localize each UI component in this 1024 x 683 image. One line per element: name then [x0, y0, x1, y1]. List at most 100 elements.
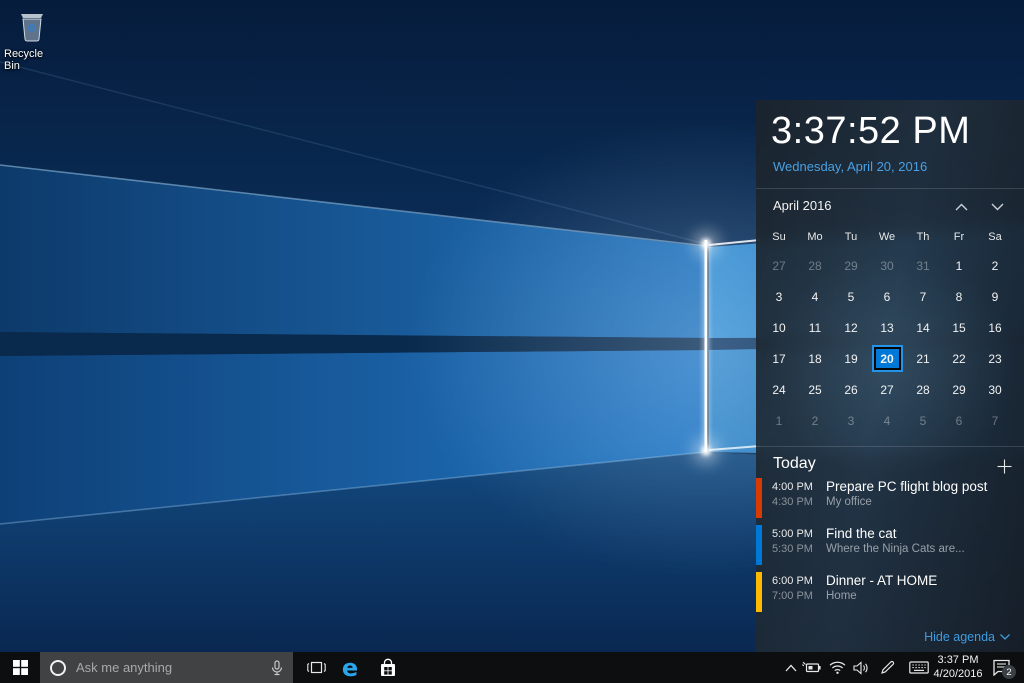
calendar-day[interactable]: 28 — [801, 254, 829, 278]
calendar-day[interactable]: 24 — [765, 378, 793, 402]
event-color-bar — [756, 572, 762, 612]
divider — [756, 446, 1024, 447]
day-of-week-label: Mo — [807, 231, 822, 243]
microphone-icon[interactable] — [271, 660, 283, 676]
task-view-icon — [307, 661, 326, 674]
calendar-day[interactable]: 9 — [981, 285, 1009, 309]
action-center-button[interactable]: 2 — [988, 652, 1018, 683]
taskbar: Ask me anything e — [0, 652, 1024, 683]
current-time: 3:37:52 PM — [771, 108, 970, 154]
calendar-day[interactable]: 2 — [801, 409, 829, 433]
hide-agenda-link[interactable]: Hide agenda — [924, 630, 1010, 644]
event-start-time: 6:00 PM — [772, 574, 813, 589]
start-button[interactable] — [0, 652, 40, 683]
next-month-button[interactable] — [986, 197, 1008, 217]
edge-icon: e — [342, 656, 358, 680]
calendar-day[interactable]: 6 — [873, 285, 901, 309]
windows-logo-icon — [13, 660, 28, 675]
calendar-day[interactable]: 25 — [801, 378, 829, 402]
day-of-week-label: Tu — [845, 231, 857, 243]
calendar-day[interactable]: 27 — [765, 254, 793, 278]
search-input[interactable]: Ask me anything — [40, 652, 293, 683]
calendar-day[interactable]: 4 — [801, 285, 829, 309]
agenda-event[interactable]: 4:00 PM4:30 PM Prepare PC flight blog pos… — [756, 478, 1024, 518]
calendar-day-today[interactable]: 20 — [874, 347, 901, 370]
day-of-week-label: Fr — [954, 231, 964, 243]
calendar-day[interactable]: 12 — [837, 316, 865, 340]
event-color-bar — [756, 478, 762, 518]
calendar-day[interactable]: 3 — [765, 285, 793, 309]
svg-text:♻: ♻ — [27, 22, 37, 35]
calendar-day[interactable]: 18 — [801, 347, 829, 371]
calendar-day[interactable]: 6 — [945, 409, 973, 433]
chevron-up-icon — [955, 203, 968, 211]
calendar-day[interactable]: 13 — [873, 316, 901, 340]
calendar-day[interactable]: 22 — [945, 347, 973, 371]
agenda-heading: Today — [773, 455, 816, 473]
event-body: Find the catWhere the Ninja Cats are... — [826, 525, 1016, 557]
previous-month-button[interactable] — [950, 197, 972, 217]
event-title: Prepare PC flight blog post — [826, 478, 1016, 495]
event-times: 6:00 PM7:00 PM — [772, 574, 813, 604]
month-label[interactable]: April 2016 — [773, 198, 832, 213]
agenda-header: Today — [756, 452, 1024, 480]
calendar-day[interactable]: 17 — [765, 347, 793, 371]
calendar-day[interactable]: 27 — [873, 378, 901, 402]
event-end-time: 4:30 PM — [772, 495, 813, 510]
event-body: Dinner - AT HOMEHome — [826, 572, 1016, 604]
volume-button[interactable] — [849, 652, 873, 683]
agenda-event[interactable]: 6:00 PM7:00 PM Dinner - AT HOMEHome — [756, 572, 1024, 612]
calendar-day[interactable]: 16 — [981, 316, 1009, 340]
agenda-event[interactable]: 5:00 PM5:30 PMFind the catWhere the Ninj… — [756, 525, 1024, 565]
calendar-day[interactable]: 5 — [837, 285, 865, 309]
network-status-button[interactable] — [825, 652, 849, 683]
store-icon — [379, 658, 397, 677]
day-of-week-label: Sa — [988, 231, 1001, 243]
calendar-day[interactable]: 21 — [909, 347, 937, 371]
calendar-day[interactable]: 8 — [945, 285, 973, 309]
calendar-day[interactable]: 30 — [873, 254, 901, 278]
store-button[interactable] — [368, 652, 408, 683]
calendar-day[interactable]: 1 — [765, 409, 793, 433]
wifi-icon — [829, 661, 846, 674]
event-start-time: 4:00 PM — [772, 480, 813, 495]
event-body: Prepare PC flight blog postMy office — [826, 478, 1016, 510]
calendar-day[interactable]: 30 — [981, 378, 1009, 402]
calendar-day[interactable]: 28 — [909, 378, 937, 402]
calendar-day[interactable]: 11 — [801, 316, 829, 340]
calendar-day[interactable]: 3 — [837, 409, 865, 433]
battery-status-button[interactable] — [799, 652, 823, 683]
current-date: Wednesday, April 20, 2016 — [773, 159, 927, 174]
cortana-icon — [50, 660, 66, 676]
event-color-bar — [756, 525, 762, 565]
pen-settings-button[interactable] — [875, 652, 899, 683]
calendar-day[interactable]: 5 — [909, 409, 937, 433]
calendar-day[interactable]: 29 — [945, 378, 973, 402]
calendar-day[interactable]: 1 — [945, 254, 973, 278]
calendar-day[interactable]: 7 — [909, 285, 937, 309]
tray-clock[interactable]: 3:37 PM 4/20/2016 — [928, 654, 988, 681]
hide-agenda-label: Hide agenda — [924, 630, 995, 644]
calendar-day[interactable]: 2 — [981, 254, 1009, 278]
calendar-grid: 2728293031123456789101112131415161718192… — [761, 250, 1013, 436]
calendar-day[interactable]: 29 — [837, 254, 865, 278]
calendar-day[interactable]: 19 — [837, 347, 865, 371]
day-of-week-label: Th — [917, 231, 930, 243]
recycle-bin-shortcut[interactable]: ♻ Recycle Bin — [4, 8, 60, 72]
calendar-day[interactable]: 26 — [837, 378, 865, 402]
event-title: Find the cat — [826, 525, 1016, 542]
pen-icon — [880, 660, 895, 675]
recycle-bin-icon: ♻ — [14, 8, 50, 46]
event-location: My office — [826, 495, 1016, 510]
event-end-time: 5:30 PM — [772, 542, 813, 557]
calendar-day[interactable]: 7 — [981, 409, 1009, 433]
calendar-day[interactable]: 31 — [909, 254, 937, 278]
calendar-day[interactable]: 15 — [945, 316, 973, 340]
calendar-day[interactable]: 14 — [909, 316, 937, 340]
calendar-day[interactable]: 10 — [765, 316, 793, 340]
calendar-day[interactable]: 23 — [981, 347, 1009, 371]
add-event-button[interactable] — [994, 456, 1014, 476]
plus-icon — [997, 459, 1012, 474]
calendar-day[interactable]: 4 — [873, 409, 901, 433]
edge-browser-button[interactable]: e — [330, 652, 370, 683]
